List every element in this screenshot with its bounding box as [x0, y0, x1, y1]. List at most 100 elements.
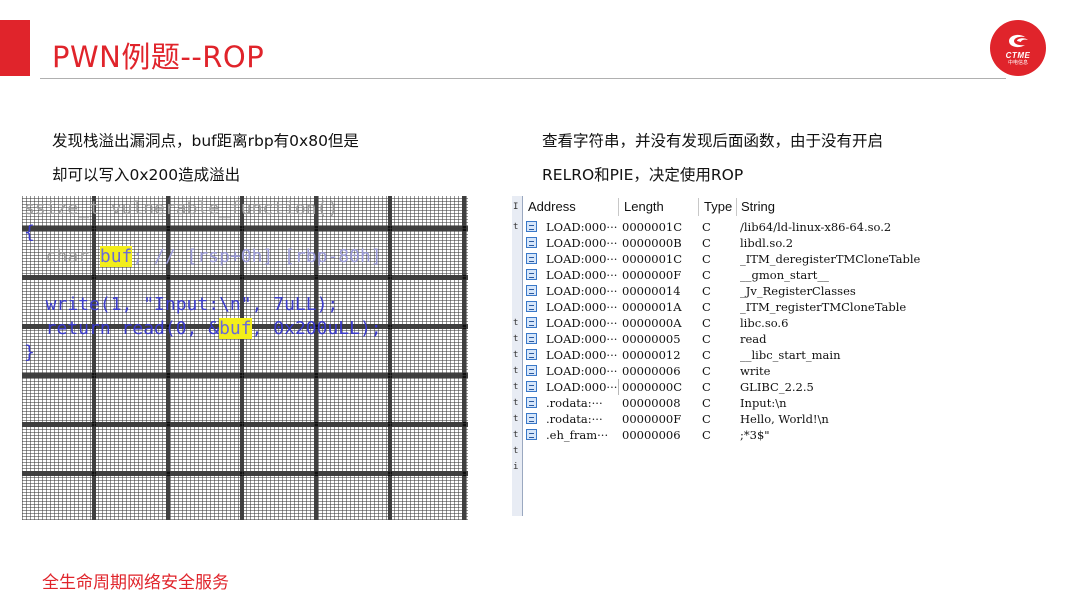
code-read-buf-highlight: buf — [219, 318, 252, 339]
string-length: 00000008 — [622, 396, 681, 410]
right-description-line-2: RELRO和PIE，决定使用ROP — [542, 166, 744, 184]
string-table-row[interactable]: LOAD:000··· 0000000C C GLIBC_2.2.5 — [526, 379, 926, 395]
string-value: /lib64/ld-linux-x86-64.so.2 — [740, 220, 892, 234]
title-divider — [40, 78, 1006, 79]
row-cursor-marker — [618, 379, 619, 395]
string-address: LOAD:000··· — [546, 348, 618, 362]
string-length: 00000012 — [622, 348, 681, 362]
string-entry-icon — [526, 237, 537, 248]
code-line-read-call: return read(0, &buf, 0x200uLL); — [24, 318, 382, 339]
left-description-line-1: 发现栈溢出漏洞点，buf距离rbp有0x80但是 — [52, 132, 359, 150]
left-description-line-2: 却可以写入0x200造成溢出 — [52, 166, 241, 184]
string-value: __gmon_start__ — [740, 268, 829, 282]
string-entry-icon — [526, 317, 537, 328]
string-table-row[interactable]: LOAD:000··· 0000001C C/lib64/ld-linux-x86-… — [526, 219, 926, 235]
string-entry-icon — [526, 333, 537, 344]
left-description: 发现栈溢出漏洞点，buf距离rbp有0x80但是 却可以写入0x200造成溢出 — [52, 124, 359, 192]
string-table-row[interactable]: LOAD:000··· 0000001A C _ITM_registerTMClone… — [526, 299, 926, 315]
string-address: LOAD:000··· — [546, 220, 618, 234]
string-type: C — [702, 380, 711, 394]
string-length: 00000006 — [622, 428, 681, 442]
string-table-row[interactable]: LOAD:000··· 0000000F C __gmon_start__ — [526, 267, 926, 283]
string-type: C — [702, 236, 711, 250]
string-table-row[interactable]: LOAD:000··· 0000000B Clibdl.so.2 — [526, 235, 926, 251]
slide-footer: 全生命周期网络安全服务 — [42, 573, 229, 593]
string-entry-icon — [526, 397, 537, 408]
company-logo: CTME 中电信息 — [990, 20, 1046, 76]
string-value: Input:\n — [740, 396, 787, 410]
logo-brand-text: CTME — [1005, 51, 1031, 60]
string-address: .eh_fram··· — [546, 428, 609, 442]
gutter-mark: t — [513, 382, 519, 392]
string-table-row[interactable]: LOAD:000··· 0000000A Clibc.so.6 — [526, 315, 926, 331]
code-buf-decl-prefix: char — [24, 246, 100, 267]
string-type: C — [702, 284, 711, 298]
string-entry-icon — [526, 413, 537, 424]
string-type: C — [702, 412, 711, 426]
string-type: C — [702, 268, 711, 282]
string-value: libc.so.6 — [740, 316, 789, 330]
string-address: LOAD:000··· — [546, 268, 618, 282]
string-value: Hello, World!\n — [740, 412, 829, 426]
string-entry-icon — [526, 269, 537, 280]
logo-sub-text: 中电信息 — [1007, 60, 1028, 66]
string-table-row[interactable]: .rodata:··· 00000008 C Input:\n — [526, 395, 926, 411]
strings-window-gutter: I t t t t t t t t t t i — [512, 196, 523, 516]
column-separator[interactable] — [698, 198, 699, 216]
string-length: 0000001C — [622, 252, 683, 266]
string-table-row[interactable]: LOAD:000··· 00000014 C _Jv_RegisterClasses — [526, 283, 926, 299]
string-table-row[interactable]: LOAD:000··· 0000001C C _ITM_deregisterTMClo… — [526, 251, 926, 267]
column-header-type[interactable]: Type — [704, 199, 732, 214]
string-type: C — [702, 396, 711, 410]
code-read-prefix: return read(0, & — [24, 318, 220, 339]
string-length: 00000005 — [622, 332, 681, 346]
string-length: 0000000F — [622, 268, 682, 282]
column-separator[interactable] — [618, 198, 619, 216]
string-value: ;*3$" — [740, 428, 770, 442]
column-header-length[interactable]: Length — [624, 199, 664, 214]
column-header-string[interactable]: String — [741, 199, 775, 214]
string-entry-icon — [526, 365, 537, 376]
string-entry-icon — [526, 301, 537, 312]
string-type: C — [702, 252, 711, 266]
string-value: read — [740, 332, 767, 346]
logo-swirl-icon — [1009, 34, 1028, 48]
string-length: 00000014 — [622, 284, 681, 298]
string-entry-icon — [526, 349, 537, 360]
string-type: C — [702, 348, 711, 362]
string-type: C — [702, 316, 711, 330]
pseudocode-screenshot: ssize_t vulnerable_function() { char buf… — [22, 196, 468, 520]
gutter-mark: t — [513, 318, 519, 328]
string-length: 0000000F — [622, 412, 682, 426]
string-address: LOAD:000··· — [546, 316, 618, 330]
string-value: libdl.so.2 — [740, 236, 794, 250]
string-table-row[interactable]: .eh_fram··· 00000006 C ;*3$" — [526, 427, 926, 443]
string-length: 0000001A — [622, 300, 682, 314]
right-description: 查看字符串，并没有发现后面函数，由于没有开启 RELRO和PIE，决定使用ROP — [542, 124, 883, 192]
column-separator[interactable] — [736, 198, 737, 216]
column-header-address[interactable]: Address — [528, 199, 576, 214]
string-table-row[interactable]: .rodata:··· 0000000F C Hello, World!\n — [526, 411, 926, 427]
string-entry-icon — [526, 253, 537, 264]
string-length: 0000001C — [622, 220, 683, 234]
string-type: C — [702, 428, 711, 442]
string-table-row[interactable]: LOAD:000··· 00000005 Cread — [526, 331, 926, 347]
ida-strings-window: I t t t t t t t t t t i Address Length T… — [512, 196, 934, 516]
gutter-mark: t — [513, 446, 519, 456]
string-address: LOAD:000··· — [546, 236, 618, 250]
gutter-mark: t — [513, 222, 519, 232]
string-table-row[interactable]: LOAD:000··· 00000012 C __libc_start_main — [526, 347, 926, 363]
string-address: LOAD:000··· — [546, 364, 618, 378]
string-type: C — [702, 332, 711, 346]
string-address: LOAD:000··· — [546, 252, 618, 266]
gutter-mark: t — [513, 366, 519, 376]
code-line-open-brace: { — [24, 222, 35, 243]
string-address: LOAD:000··· — [546, 300, 618, 314]
string-length: 0000000B — [622, 236, 682, 250]
string-table-row[interactable]: LOAD:000··· 00000006 Cwrite — [526, 363, 926, 379]
gutter-mark: i — [513, 462, 519, 472]
code-read-suffix: , 0x200uLL); — [251, 318, 382, 339]
string-entry-icon — [526, 429, 537, 440]
string-entry-icon — [526, 381, 537, 392]
code-buf-decl-comment: ; // [rsp+0h] [rbp-80h] — [132, 246, 382, 267]
